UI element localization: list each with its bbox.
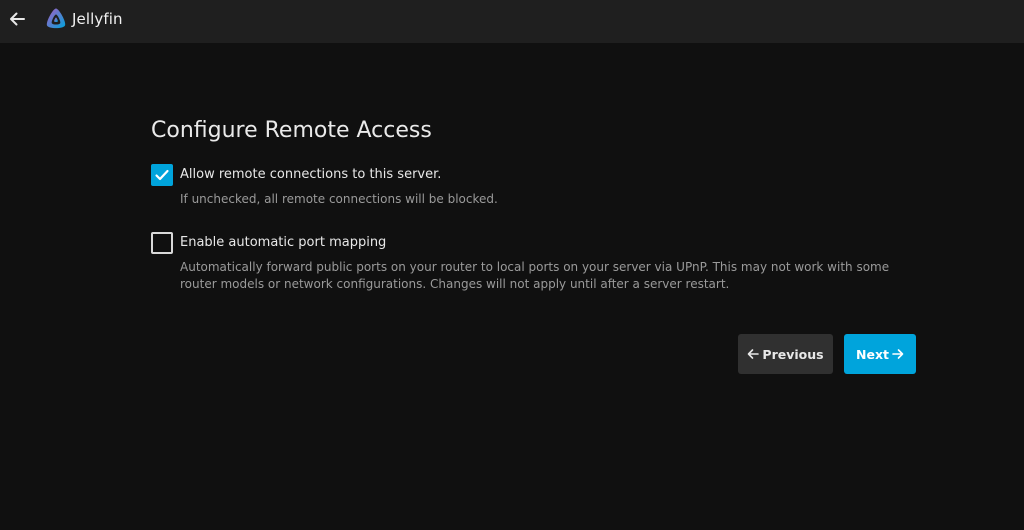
page-title: Configure Remote Access: [151, 118, 432, 143]
arrow-left-icon: [10, 12, 25, 26]
back-button[interactable]: [6, 8, 28, 30]
next-button-label: Next: [856, 346, 889, 362]
port-mapping-description: Automatically forward public ports on yo…: [180, 260, 890, 291]
arrow-right-icon: [892, 349, 904, 359]
port-mapping-label[interactable]: Enable automatic port mapping: [180, 235, 386, 250]
next-button[interactable]: Next: [844, 334, 916, 374]
allow-remote-checkbox[interactable]: [151, 164, 173, 186]
arrow-left-icon: [748, 349, 760, 359]
allow-remote-description: If unchecked, all remote connections wil…: [180, 192, 498, 206]
wizard-content: Configure Remote Access Allow remote con…: [151, 116, 921, 291]
jellyfin-logo-icon: [46, 8, 66, 29]
app-name: Jellyfin: [72, 10, 123, 28]
previous-button[interactable]: Previous: [738, 334, 833, 374]
checkmark-icon: [155, 169, 169, 181]
app-logo[interactable]: Jellyfin: [44, 7, 123, 31]
previous-button-label: Previous: [762, 346, 824, 362]
allow-remote-label[interactable]: Allow remote connections to this server.: [180, 167, 441, 182]
app-header: Jellyfin: [0, 0, 1024, 43]
port-mapping-checkbox[interactable]: [151, 232, 173, 254]
